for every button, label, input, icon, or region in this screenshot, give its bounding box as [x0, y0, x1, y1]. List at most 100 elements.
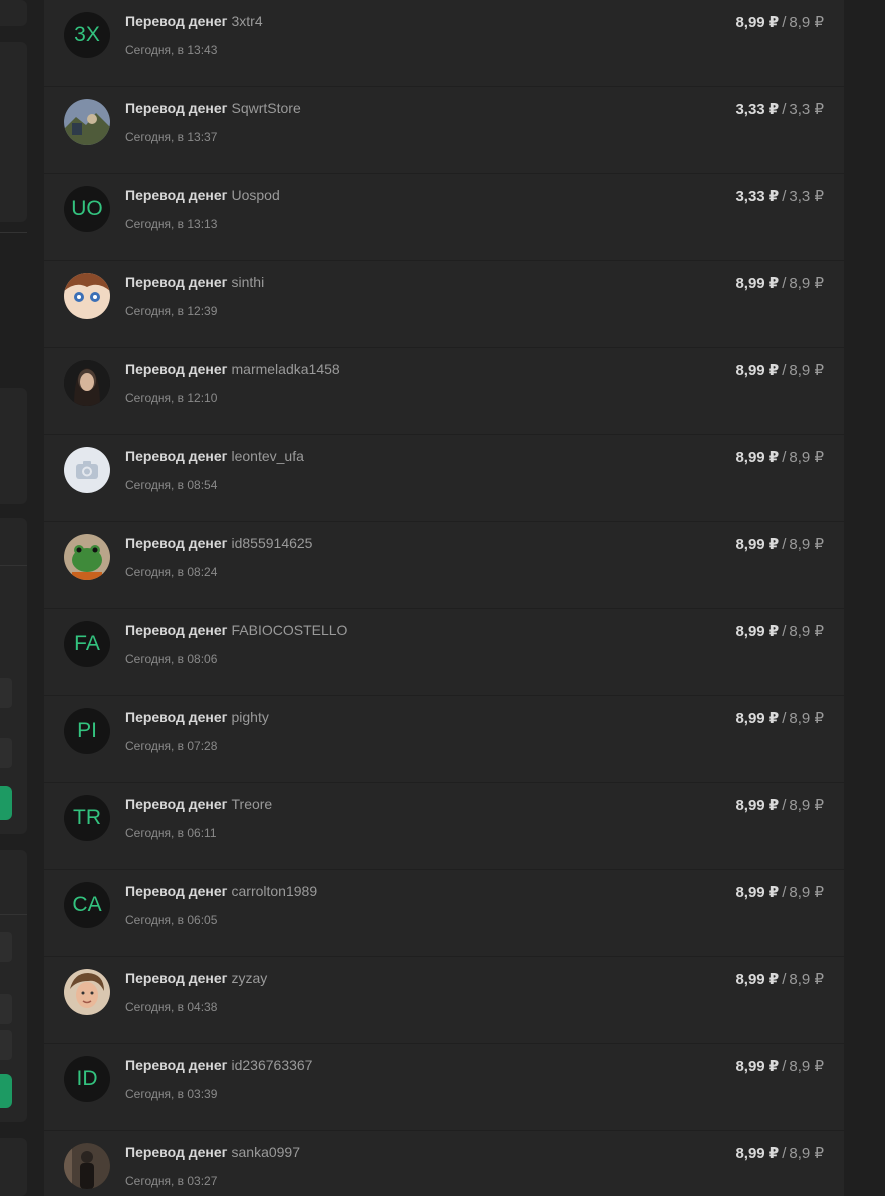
sidebar-field[interactable] — [0, 932, 12, 962]
username-link[interactable]: sinthi — [232, 274, 265, 290]
username-link[interactable]: id236763367 — [232, 1057, 313, 1073]
avatar-initials: UO — [71, 197, 103, 220]
avatar-initials: PI — [77, 719, 97, 742]
username-link[interactable]: zyzay — [232, 970, 268, 986]
user-avatar[interactable]: FA — [64, 621, 110, 667]
transaction-title: Перевод денег SqwrtStore — [125, 100, 301, 116]
avatar-photo — [64, 99, 110, 145]
sidebar-field[interactable] — [0, 678, 12, 708]
amount-separator: / — [782, 536, 787, 553]
amount-received: 8,9 ₽ — [789, 971, 824, 988]
transaction-row[interactable]: Перевод денег leontev_ufa Сегодня, в 08:54… — [44, 435, 844, 522]
amount-received: 8,9 ₽ — [789, 14, 824, 31]
user-avatar[interactable]: 3X — [64, 12, 110, 58]
user-avatar[interactable]: UO — [64, 186, 110, 232]
transaction-amount: 8,99 ₽/8,9 ₽ — [735, 1057, 824, 1075]
amount-received: 8,9 ₽ — [789, 449, 824, 466]
user-avatar[interactable] — [64, 447, 110, 493]
username-link[interactable]: marmeladka1458 — [232, 361, 340, 377]
transaction-row[interactable]: ID Перевод денег id236763367 Сегодня, в 03:… — [44, 1044, 844, 1131]
avatar-photo — [64, 1143, 110, 1189]
transaction-row[interactable]: 3X Перевод денег 3xtr4 Сегодня, в 13:43 8,99… — [44, 0, 844, 87]
username-link[interactable]: carrolton1989 — [232, 883, 318, 899]
username-link[interactable]: sanka0997 — [232, 1144, 301, 1160]
sidebar-green-button[interactable] — [0, 786, 12, 820]
transaction-type: Перевод денег — [125, 796, 228, 812]
avatar-photo — [64, 969, 110, 1015]
amount-main: 8,99 ₽ — [735, 1058, 780, 1075]
amount-separator: / — [782, 710, 787, 727]
amount-main: 8,99 ₽ — [735, 449, 780, 466]
amount-received: 8,9 ₽ — [789, 884, 824, 901]
transaction-row[interactable]: Перевод денег SqwrtStore Сегодня, в 13:37 3… — [44, 87, 844, 174]
transaction-amount: 8,99 ₽/8,9 ₽ — [735, 448, 824, 466]
transaction-amount: 8,99 ₽/8,9 ₽ — [735, 709, 824, 727]
user-avatar[interactable] — [64, 969, 110, 1015]
transaction-row[interactable]: Перевод денег zyzay Сегодня, в 04:38 8,99 ₽… — [44, 957, 844, 1044]
transaction-row[interactable]: Перевод денег marmeladka1458 Сегодня, в 12… — [44, 348, 844, 435]
transaction-row[interactable]: Перевод денег id855914625 Сегодня, в 08:24… — [44, 522, 844, 609]
username-link[interactable]: Treore — [232, 796, 273, 812]
transaction-time: Сегодня, в 08:54 — [125, 478, 218, 492]
user-avatar[interactable]: TR — [64, 795, 110, 841]
username-link[interactable]: FABIOCOSTELLO — [232, 622, 348, 638]
amount-received: 3,3 ₽ — [789, 188, 824, 205]
avatar-initials: FA — [74, 632, 100, 655]
amount-separator: / — [782, 275, 787, 292]
transaction-row[interactable]: PI Перевод денег pighty Сегодня, в 07:28 8,9… — [44, 696, 844, 783]
amount-main: 8,99 ₽ — [735, 971, 780, 988]
username-link[interactable]: pighty — [232, 709, 269, 725]
user-avatar[interactable] — [64, 360, 110, 406]
user-avatar[interactable] — [64, 1143, 110, 1189]
transaction-row[interactable]: UO Перевод денег Uospod Сегодня, в 13:13 3,3… — [44, 174, 844, 261]
username-link[interactable]: 3xtr4 — [232, 13, 263, 29]
user-avatar[interactable]: ID — [64, 1056, 110, 1102]
user-avatar[interactable]: PI — [64, 708, 110, 754]
sidebar-divider — [0, 565, 27, 566]
transaction-row[interactable]: CA Перевод денег carrolton1989 Сегодня, в 0… — [44, 870, 844, 957]
amount-main: 8,99 ₽ — [735, 884, 780, 901]
amount-received: 8,9 ₽ — [789, 536, 824, 553]
transaction-amount: 8,99 ₽/8,9 ₽ — [735, 970, 824, 988]
user-avatar[interactable] — [64, 273, 110, 319]
avatar-initials: 3X — [74, 23, 100, 46]
sidebar-divider — [0, 914, 27, 915]
sidebar-field[interactable] — [0, 1030, 12, 1060]
sidebar-panel — [0, 1138, 27, 1196]
user-avatar[interactable] — [64, 534, 110, 580]
amount-main: 8,99 ₽ — [735, 1145, 780, 1162]
username-link[interactable]: id855914625 — [232, 535, 313, 551]
transactions-list: 3X Перевод денег 3xtr4 Сегодня, в 13:43 8,99… — [44, 0, 844, 1196]
username-link[interactable]: Uospod — [232, 187, 280, 203]
transaction-time: Сегодня, в 13:13 — [125, 217, 218, 231]
transaction-amount: 8,99 ₽/8,9 ₽ — [735, 535, 824, 553]
amount-received: 8,9 ₽ — [789, 623, 824, 640]
amount-main: 3,33 ₽ — [735, 188, 780, 205]
user-avatar[interactable] — [64, 99, 110, 145]
amount-separator: / — [782, 188, 787, 205]
sidebar-field[interactable] — [0, 994, 12, 1024]
transaction-time: Сегодня, в 07:28 — [125, 739, 218, 753]
transaction-row[interactable]: Перевод денег sanka0997 Сегодня, в 03:27 8,… — [44, 1131, 844, 1196]
transaction-title: Перевод денег 3xtr4 — [125, 13, 263, 29]
transaction-amount: 8,99 ₽/8,9 ₽ — [735, 883, 824, 901]
user-avatar[interactable]: CA — [64, 882, 110, 928]
transaction-row[interactable]: Перевод денег sinthi Сегодня, в 12:39 8,99 … — [44, 261, 844, 348]
username-link[interactable]: leontev_ufa — [232, 448, 304, 464]
transaction-title: Перевод денег carrolton1989 — [125, 883, 317, 899]
transaction-time: Сегодня, в 12:10 — [125, 391, 218, 405]
sidebar-green-button[interactable] — [0, 1074, 12, 1108]
sidebar-divider — [0, 232, 27, 233]
username-link[interactable]: SqwrtStore — [232, 100, 301, 116]
sidebar-field[interactable] — [0, 738, 12, 768]
transaction-row[interactable]: TR Перевод денег Treore Сегодня, в 06:11 8,9… — [44, 783, 844, 870]
avatar-photo — [64, 360, 110, 406]
amount-received: 8,9 ₽ — [789, 710, 824, 727]
left-sidebar — [0, 0, 28, 1196]
amount-main: 8,99 ₽ — [735, 710, 780, 727]
amount-main: 8,99 ₽ — [735, 275, 780, 292]
amount-received: 8,9 ₽ — [789, 1145, 824, 1162]
transaction-row[interactable]: FA Перевод денег FABIOCOSTELLO Сегодня, в 0… — [44, 609, 844, 696]
sidebar-panel — [0, 388, 27, 504]
transaction-time: Сегодня, в 04:38 — [125, 1000, 218, 1014]
